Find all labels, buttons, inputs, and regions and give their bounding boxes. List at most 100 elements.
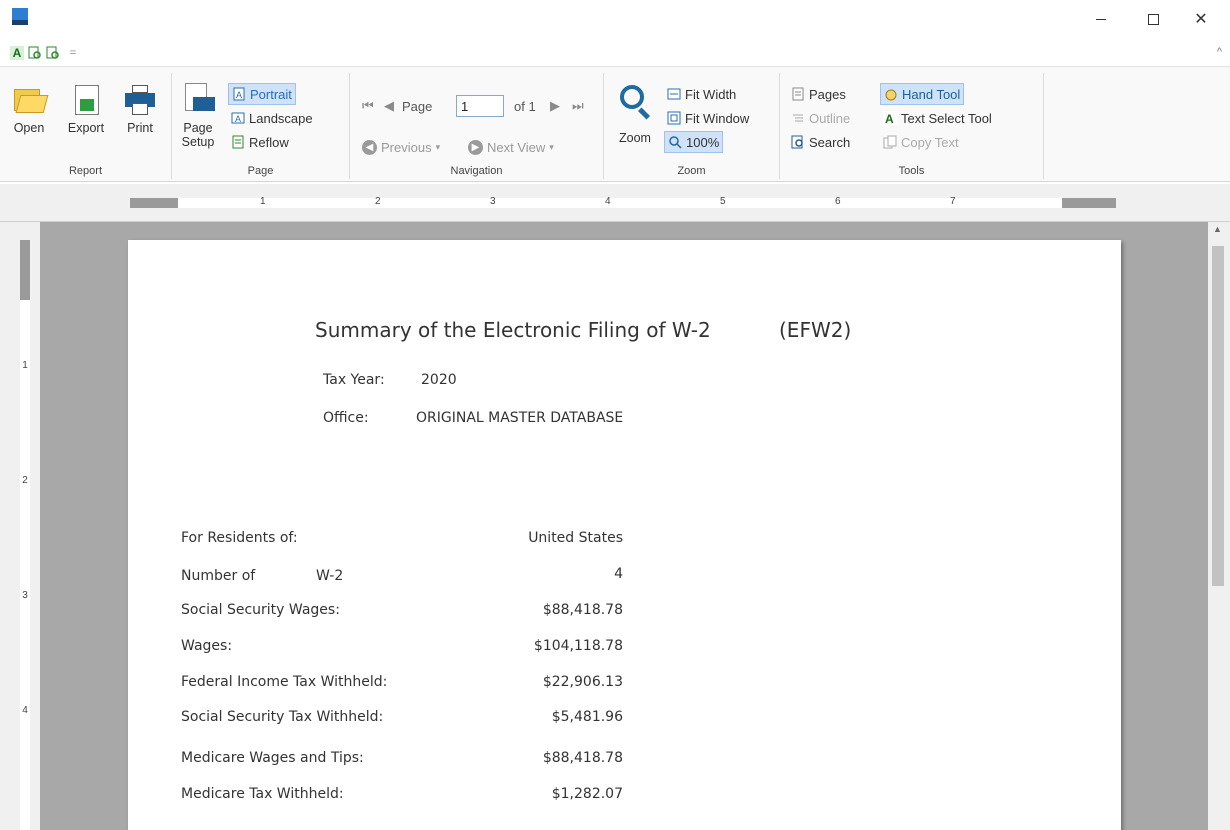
copy-text-button[interactable]: Copy Text (880, 131, 962, 153)
pages-button[interactable]: Pages (788, 83, 849, 105)
page-label: Page (402, 99, 433, 114)
outline-button[interactable]: Outline (788, 107, 853, 129)
ruler-number: 5 (720, 196, 726, 207)
magnifier-handle (637, 107, 651, 120)
pages-icon (791, 87, 805, 101)
summary-row-value: $88,418.78 (542, 602, 623, 618)
summary-row-value: $22,906.13 (542, 674, 623, 690)
print-button[interactable]: Print (120, 83, 160, 135)
ribbon-collapse-icon[interactable]: ^ (1217, 46, 1222, 58)
fit-width-label: Fit Width (685, 86, 737, 102)
right-margin-marker[interactable] (1062, 198, 1116, 208)
app-icon (12, 8, 28, 26)
hand-tool-button[interactable]: Hand Tool (880, 83, 965, 105)
zoom-100-label: 100% (686, 134, 720, 150)
summary-row-label: Number of (181, 568, 256, 584)
maximize-button[interactable] (1130, 0, 1176, 38)
reflow-icon (231, 135, 245, 149)
next-view-icon: ▶ (468, 140, 483, 155)
vertical-ruler-strip: 1 2 3 4 (20, 240, 30, 830)
ribbon: Open Export Print Report Page Setup A Po… (0, 66, 1230, 182)
zoom-button[interactable]: Zoom (612, 131, 658, 145)
landscape-label: Landscape (249, 110, 313, 126)
navigation-group-label: Navigation (450, 165, 503, 177)
last-page-icon[interactable]: ⏭ (572, 98, 584, 114)
scrollbar-thumb[interactable] (1212, 246, 1224, 586)
copy-icon (883, 135, 897, 149)
outline-icon (791, 111, 805, 125)
zoom-group-label: Zoom (677, 165, 706, 177)
reflow-label: Reflow (249, 134, 289, 150)
zoom-100-button[interactable]: 100% (664, 131, 724, 153)
search-button[interactable]: Search (788, 131, 853, 153)
next-view-label: Next View (487, 140, 546, 155)
page-preview-quick-icon[interactable] (28, 46, 42, 60)
previous-page-icon[interactable]: ◀ (384, 98, 394, 114)
search-label: Search (809, 134, 851, 150)
page-count-label: of 1 (514, 99, 536, 114)
zoom-label: Zoom (619, 131, 651, 145)
summary-row-label: Medicare Tax Withheld: (181, 786, 344, 802)
top-margin-marker[interactable] (20, 240, 30, 300)
open-label: Open (13, 121, 45, 135)
ruler-number: 1 (22, 360, 28, 371)
horizontal-ruler: 1 2 3 4 5 6 7 (0, 184, 1230, 222)
previous-view-dropdown-icon[interactable]: ▾ (436, 142, 441, 153)
text-select-quick-icon[interactable]: A (10, 46, 24, 60)
fit-window-button[interactable]: Fit Window (664, 107, 752, 129)
portrait-icon: A (232, 87, 246, 101)
customize-dropdown-icon[interactable]: = (66, 46, 80, 60)
minimize-button[interactable] (1078, 0, 1124, 38)
folder-open-icon (12, 83, 49, 117)
fit-window-label: Fit Window (685, 110, 750, 126)
tax-year-label: Tax Year: (323, 372, 385, 388)
scroll-up-icon[interactable]: ▲ (1213, 224, 1222, 234)
pages-label: Pages (809, 86, 846, 102)
page-group: Page Setup A Portrait A Landscape Reflow… (172, 73, 350, 179)
landscape-button[interactable]: A Landscape (228, 107, 316, 129)
reflow-button[interactable]: Reflow (228, 131, 292, 153)
open-button[interactable]: Open (10, 83, 49, 135)
printer-icon (123, 83, 157, 117)
previous-view-button[interactable]: ◀ Previous ▾ (362, 140, 440, 155)
ruler-number: 6 (835, 196, 841, 207)
page-setup-label-1: Page (183, 121, 213, 135)
svg-text:A: A (885, 112, 894, 125)
preview-workspace[interactable]: Summary of the Electronic Filing of W-2 … (40, 222, 1208, 830)
summary-row-label: Wages: (181, 638, 233, 654)
summary-row-label: Social Security Tax Withheld: (181, 709, 384, 725)
summary-row-value: $1,282.07 (551, 786, 623, 802)
next-view-dropdown-icon[interactable]: ▾ (549, 142, 554, 153)
magnifier-icon (620, 85, 644, 109)
page-setup-button[interactable]: Page Setup (178, 83, 218, 149)
text-select-tool-button[interactable]: A Text Select Tool (880, 107, 995, 129)
zoom-preview-quick-icon[interactable] (46, 46, 60, 60)
ruler-number: 7 (950, 196, 956, 207)
next-page-icon[interactable]: ▶ (550, 98, 560, 114)
close-button[interactable]: ✕ (1178, 0, 1224, 38)
page-number-input[interactable] (456, 95, 504, 117)
first-page-icon[interactable]: ⏮ (362, 98, 374, 114)
ruler-number: 4 (22, 705, 28, 716)
text-select-label: Text Select Tool (901, 110, 992, 126)
vertical-ruler: 1 2 3 4 (0, 222, 40, 830)
fit-width-button[interactable]: Fit Width (664, 83, 739, 105)
office-label: Office: (323, 410, 369, 426)
left-margin-marker[interactable] (130, 198, 178, 208)
next-view-button[interactable]: ▶ Next View ▾ (468, 140, 554, 155)
summary-row-value: United States (528, 530, 623, 546)
export-button[interactable]: Export (62, 83, 110, 135)
summary-row-value: 4 (614, 566, 623, 582)
print-label: Print (127, 121, 153, 135)
portrait-button[interactable]: A Portrait (228, 83, 296, 105)
summary-row-label: For Residents of: (181, 530, 298, 546)
export-icon (69, 83, 103, 117)
vertical-scrollbar[interactable]: ▲ (1208, 222, 1230, 830)
fit-width-icon (667, 87, 681, 101)
ruler-number: 4 (605, 196, 611, 207)
tools-group: Pages Outline Search Hand Tool A Text Se… (780, 73, 1044, 179)
summary-row-label: Federal Income Tax Withheld: (181, 674, 388, 690)
summary-row-value: $5,481.96 (551, 709, 623, 725)
report-page: Summary of the Electronic Filing of W-2 … (128, 240, 1121, 830)
svg-text:A: A (236, 90, 242, 100)
